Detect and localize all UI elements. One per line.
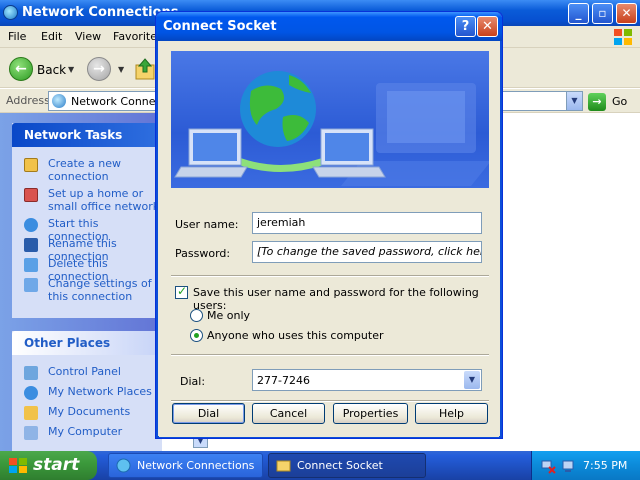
radio-selected-dot-icon <box>194 333 199 338</box>
menu-view[interactable]: View <box>75 30 101 43</box>
control-panel-icon <box>24 366 38 380</box>
password-input[interactable]: [To change the saved password, click her… <box>252 241 482 263</box>
menu-edit[interactable]: Edit <box>41 30 62 43</box>
forward-history-chevron-icon[interactable]: ▼ <box>118 65 124 74</box>
menu-favorites[interactable]: Favorite <box>113 30 157 43</box>
go-button[interactable]: → Go <box>588 93 638 111</box>
separator-2 <box>171 354 489 356</box>
network-connections-small-icon <box>52 94 66 108</box>
network-offline-icon[interactable] <box>540 458 556 474</box>
connect-dialog: Connect Socket ? ✕ User name: jeremiah P… <box>155 11 503 439</box>
go-arrow-icon: → <box>588 93 606 111</box>
network-places-icon <box>24 386 38 400</box>
taskbar: start Network Connections Connect Socket… <box>0 451 640 480</box>
other-places-header[interactable]: Other Places <box>12 331 162 355</box>
start-label: start <box>33 455 80 475</box>
globe-laptops-illustration <box>174 71 489 186</box>
dialog-close-icon[interactable]: ✕ <box>477 16 498 37</box>
dialog-title: Connect Socket <box>163 19 277 34</box>
documents-folder-icon <box>24 406 38 420</box>
maximize-icon[interactable]: ▫ <box>592 3 613 24</box>
radio-anyone[interactable] <box>190 329 203 342</box>
network-connections-icon <box>116 458 131 473</box>
settings-icon <box>24 278 38 292</box>
help-button[interactable]: Help <box>415 403 488 424</box>
network-tasks-panel: Network Tasks Create a new connection Se… <box>12 123 162 318</box>
dial-number-value: 277-7246 <box>257 374 310 387</box>
address-value: Network Connect <box>71 95 166 108</box>
network-connections-icon <box>3 5 18 20</box>
separator-1 <box>171 275 489 277</box>
back-arrow-icon[interactable]: ← <box>9 57 33 81</box>
connection-banner <box>171 51 489 188</box>
properties-button[interactable]: Properties <box>333 403 408 424</box>
save-credentials-checkbox[interactable]: ✓ <box>175 284 188 299</box>
forward-arrow-icon[interactable]: → <box>87 57 111 81</box>
network-connection-tray-icon[interactable] <box>560 458 576 474</box>
back-history-chevron-icon[interactable]: ▼ <box>68 65 74 74</box>
dial-number-select[interactable]: 277-7246 ▼ <box>252 369 482 391</box>
start-button[interactable]: start <box>0 451 97 480</box>
radio-me-only[interactable] <box>190 309 203 322</box>
dialog-body: User name: jeremiah Password: [To change… <box>159 41 499 437</box>
user-name-label: User name: <box>175 218 239 231</box>
task-pane: Network Tasks Create a new connection Se… <box>0 113 162 451</box>
rename-icon <box>24 238 38 252</box>
password-label: Password: <box>175 247 231 260</box>
user-name-input[interactable]: jeremiah <box>252 212 482 234</box>
cancel-button[interactable]: Cancel <box>252 403 325 424</box>
check-mark-icon: ✓ <box>177 284 188 298</box>
separator-3 <box>171 400 489 402</box>
home-network-icon <box>24 188 38 202</box>
system-tray: 7:55 PM <box>531 451 640 480</box>
close-icon[interactable]: ✕ <box>616 3 637 24</box>
other-places-panel: Other Places Control Panel My Network Pl… <box>12 331 162 451</box>
dial-button[interactable]: Dial <box>172 403 245 424</box>
taskbar-network-connections[interactable]: Network Connections <box>108 453 263 478</box>
new-connection-icon <box>24 158 38 172</box>
clock: 7:55 PM <box>583 459 628 472</box>
network-tasks-header[interactable]: Network Tasks <box>12 123 162 147</box>
computer-icon <box>24 426 38 440</box>
minimize-icon[interactable]: _ <box>568 3 589 24</box>
dial-dropdown-chevron-icon[interactable]: ▼ <box>464 371 480 389</box>
taskbar-connect-socket[interactable]: Connect Socket <box>268 453 426 478</box>
menu-file[interactable]: File <box>8 30 26 43</box>
go-label: Go <box>612 95 628 108</box>
help-icon[interactable]: ? <box>455 16 476 37</box>
windows-flag-icon <box>9 458 27 473</box>
delete-icon <box>24 258 38 272</box>
start-connection-icon <box>24 218 38 232</box>
address-dropdown-icon[interactable]: ▼ <box>566 92 582 110</box>
dialog-titlebar[interactable]: Connect Socket ? ✕ <box>156 12 502 41</box>
radio-me-only-label[interactable]: Me only <box>207 309 250 322</box>
back-button-label[interactable]: Back <box>37 63 66 77</box>
windows-logo-icon <box>614 29 632 45</box>
dial-label: Dial: <box>180 375 206 388</box>
radio-anyone-label[interactable]: Anyone who uses this computer <box>207 329 383 342</box>
up-folder-icon[interactable] <box>134 57 156 81</box>
address-label: Address <box>6 94 50 107</box>
folder-icon <box>276 460 291 472</box>
